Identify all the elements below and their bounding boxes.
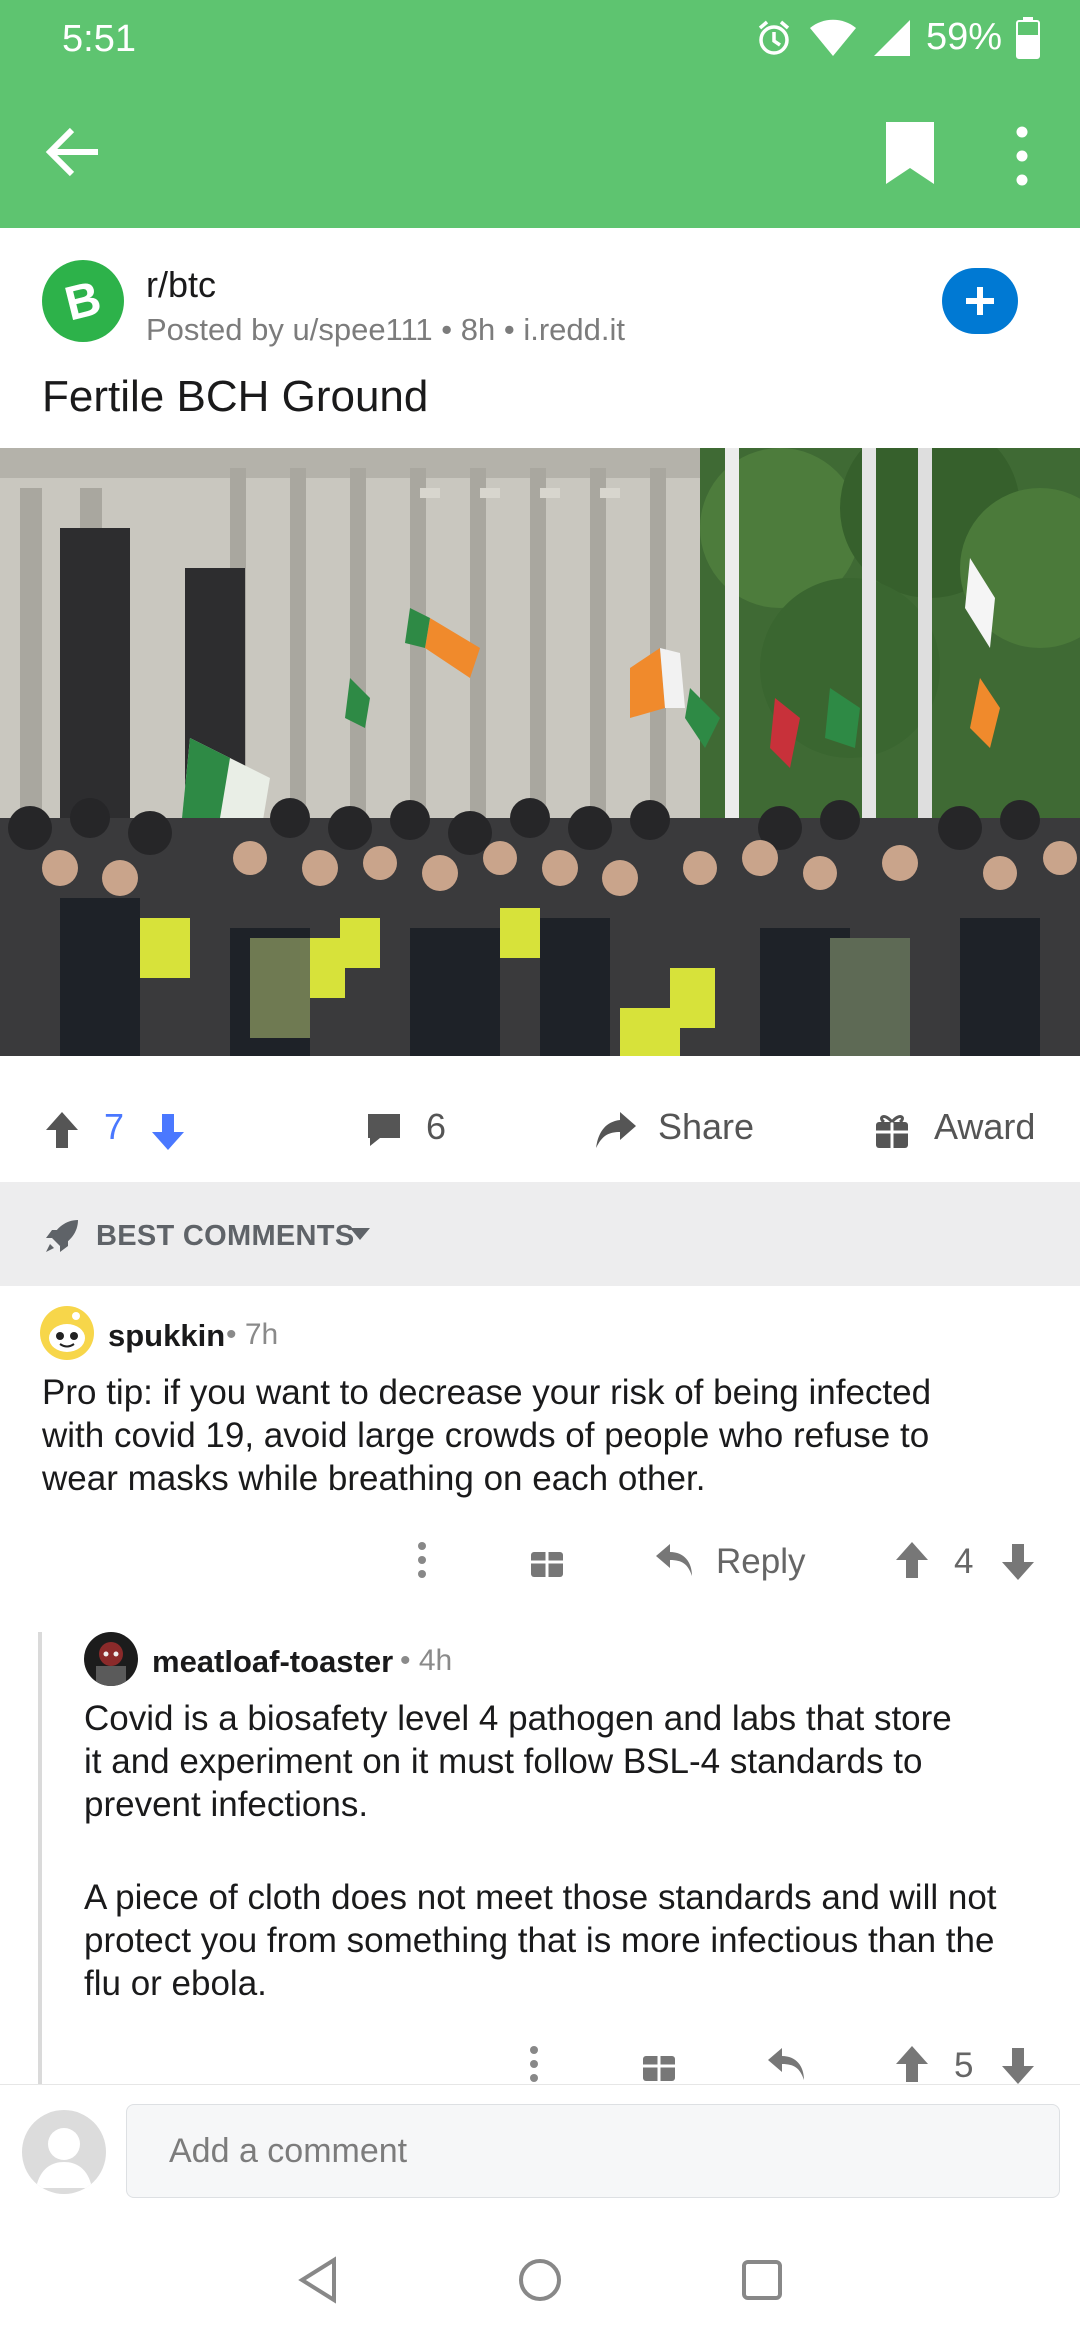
more-vertical-icon[interactable]: [1002, 122, 1042, 190]
user-avatar[interactable]: [22, 2110, 106, 2194]
downvote-icon[interactable]: [1000, 2046, 1036, 2086]
comment-line: wear masks while breathing on each other…: [42, 1459, 706, 1498]
post-title: Fertile BCH Ground: [42, 372, 429, 421]
comment-line: Pro tip: if you want to decrease your ri…: [42, 1373, 932, 1412]
back-arrow-icon[interactable]: [40, 118, 108, 186]
user-avatar-icon: [96, 1642, 126, 1686]
reply-button[interactable]: Reply: [716, 1542, 805, 1582]
nav-recents-icon[interactable]: [740, 2258, 784, 2302]
snoo-avatar-icon: [49, 1312, 85, 1352]
plus-icon: [966, 287, 994, 315]
comment-line: with covid 19, avoid large crowds of peo…: [42, 1416, 930, 1455]
award-icon[interactable]: [874, 1110, 910, 1150]
signal-icon: [873, 19, 910, 56]
nav-back-icon[interactable]: [296, 2256, 340, 2304]
comment-count[interactable]: 6: [426, 1106, 446, 1148]
post-meta: Posted by u/spee111 • 8h • i.redd.it: [146, 312, 625, 347]
comment-score: 5: [954, 2046, 974, 2085]
crowd-photo: [0, 448, 1080, 1056]
post-image[interactable]: [0, 448, 1080, 1056]
award-icon[interactable]: [642, 2046, 676, 2082]
comment-line: prevent infections.: [84, 1785, 369, 1824]
status-icons: 59%: [754, 16, 1040, 59]
wifi-icon: [809, 19, 856, 56]
rocket-icon: [46, 1220, 78, 1252]
more-options-icon[interactable]: [526, 2044, 542, 2084]
user-placeholder-icon: [36, 2128, 92, 2188]
more-options-icon[interactable]: [414, 1540, 430, 1580]
upvote-icon[interactable]: [894, 1540, 930, 1580]
upvote-icon[interactable]: [894, 2044, 930, 2084]
bitcoin-cash-logo-icon: B: [60, 272, 106, 331]
avatar[interactable]: [84, 1632, 138, 1686]
share-icon[interactable]: [594, 1108, 638, 1152]
comment-line: Covid is a biosafety level 4 pathogen an…: [84, 1699, 952, 1738]
thread-line[interactable]: [38, 1632, 42, 2084]
battery-icon: [1016, 16, 1040, 59]
vote-count: 7: [104, 1106, 125, 1147]
subreddit-name[interactable]: r/btc: [146, 264, 216, 306]
join-subreddit-button[interactable]: [942, 268, 1018, 334]
subreddit-avatar[interactable]: B: [42, 260, 124, 342]
comment-icon[interactable]: [364, 1110, 404, 1150]
system-nav-bar: [0, 2214, 1080, 2340]
downvote-icon[interactable]: [150, 1112, 186, 1152]
sort-label[interactable]: BEST COMMENTS: [96, 1220, 354, 1253]
upvote-icon[interactable]: [44, 1110, 80, 1150]
battery-percent: 59%: [925, 16, 1002, 58]
comment-time: • 4h: [400, 1644, 453, 1677]
reply-icon[interactable]: [654, 1542, 694, 1578]
comment-time: • 7h: [226, 1318, 279, 1351]
app-root: 5:51 59% B r/btc Posted by u/spee111 • 8…: [0, 0, 1080, 2340]
status-time: 5:51: [62, 18, 136, 60]
share-button[interactable]: Share: [658, 1106, 754, 1148]
comment-body: Covid is a biosafety level 4 pathogen an…: [84, 1697, 997, 2005]
comment-score: 4: [954, 1542, 974, 1581]
comment-author[interactable]: meatloaf-toaster: [152, 1644, 393, 1680]
add-comment-input[interactable]: [126, 2104, 1060, 2198]
svg-text:B: B: [60, 272, 106, 331]
nav-home-icon[interactable]: [516, 2256, 564, 2304]
avatar[interactable]: [40, 1306, 94, 1360]
award-icon[interactable]: [530, 1542, 564, 1578]
award-button[interactable]: Award: [934, 1106, 1035, 1148]
comment-line: it and experiment on it must follow BSL-…: [84, 1742, 923, 1781]
comment-line: A piece of cloth does not meet those sta…: [84, 1878, 997, 1917]
comment-author[interactable]: spukkin: [108, 1318, 225, 1354]
alarm-icon: [758, 20, 790, 55]
reply-icon[interactable]: [766, 2046, 806, 2082]
chevron-down-icon[interactable]: [348, 1226, 372, 1242]
bookmark-icon[interactable]: [880, 118, 940, 188]
comment-line: protect you from something that is more …: [84, 1921, 995, 1960]
comment-line: flu or ebola.: [84, 1964, 267, 2003]
app-bar: 5:51 59%: [0, 0, 1080, 228]
comment-body: Pro tip: if you want to decrease your ri…: [42, 1371, 931, 1500]
downvote-icon[interactable]: [1000, 1542, 1036, 1582]
